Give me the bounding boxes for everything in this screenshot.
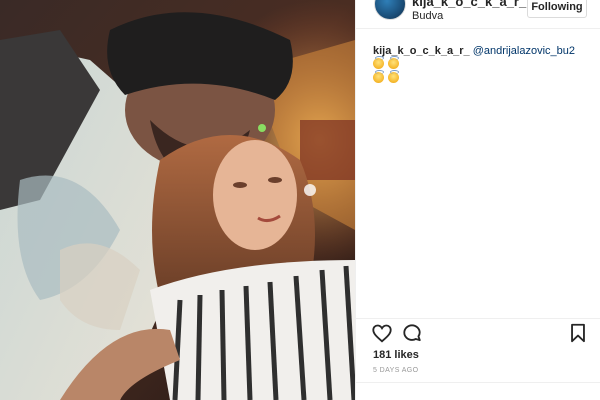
- caption-mention[interactable]: @andrijalazovic_bu2: [473, 45, 575, 57]
- post-sidebar: kija_k_o_c_k_a_r_ Budva Following kija_k…: [355, 0, 600, 400]
- like-button[interactable]: [371, 322, 393, 344]
- post-photo[interactable]: [0, 0, 355, 400]
- smiling-face-with-halo-icon: [373, 70, 384, 83]
- caption: kija_k_o_c_k_a_r_ @andrijalazovic_bu2: [373, 44, 588, 86]
- comment-icon: [403, 324, 421, 342]
- post-location[interactable]: Budva: [412, 10, 443, 22]
- smiling-face-with-halo-icon: [373, 56, 384, 69]
- post-header: kija_k_o_c_k_a_r_ Budva Following: [356, 0, 600, 30]
- likes-count[interactable]: 181 likes: [373, 349, 419, 361]
- bookmark-icon: [571, 323, 585, 343]
- actions-divider: [356, 318, 600, 319]
- smiling-face-with-halo-icon: [388, 56, 400, 69]
- post-timestamp: 5 DAYS AGO: [373, 367, 419, 374]
- caption-username[interactable]: kija_k_o_c_k_a_r_: [373, 45, 470, 57]
- heart-icon: [372, 324, 392, 343]
- following-button[interactable]: Following: [527, 0, 587, 18]
- comment-divider: [356, 382, 600, 383]
- header-divider: [356, 28, 600, 29]
- save-button[interactable]: [567, 322, 589, 344]
- avatar[interactable]: [374, 0, 406, 20]
- comment-button[interactable]: [401, 322, 423, 344]
- instagram-post: kija_k_o_c_k_a_r_ Budva Following kija_k…: [0, 0, 600, 400]
- author-username[interactable]: kija_k_o_c_k_a_r_: [412, 0, 526, 9]
- smiling-face-with-halo-icon: [388, 70, 400, 83]
- post-photo-image: [0, 0, 355, 400]
